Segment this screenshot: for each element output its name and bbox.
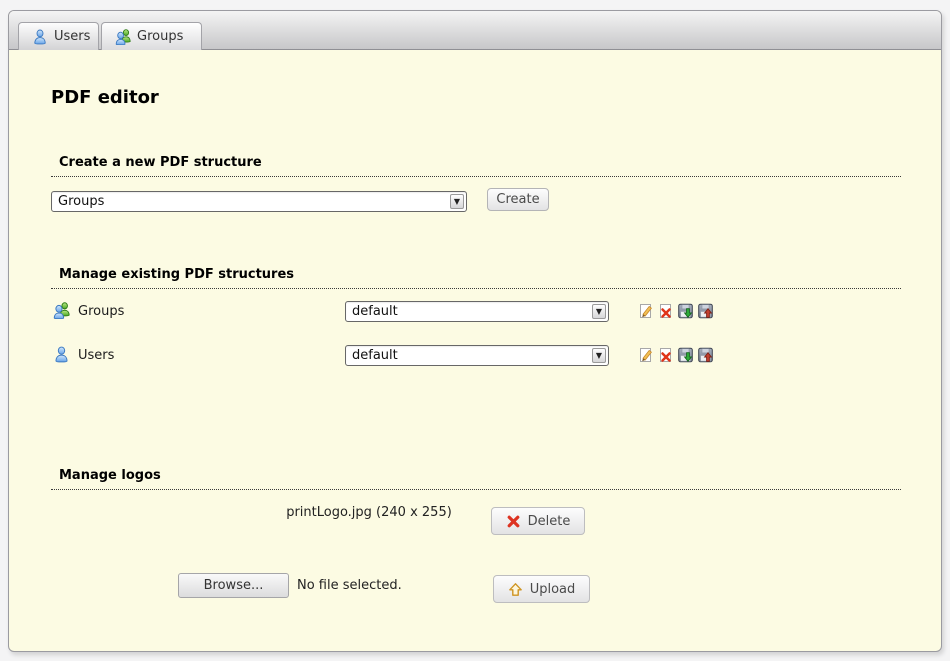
tab-groups[interactable]: Groups <box>101 22 202 50</box>
delete-x-icon <box>506 514 521 529</box>
chevron-down-icon: ▼ <box>450 194 464 209</box>
import-structure-icon[interactable] <box>698 303 713 319</box>
edit-icon[interactable] <box>638 347 653 363</box>
logos-section-heading: Manage logos <box>51 468 901 490</box>
structure-row-label: Groups <box>78 301 124 322</box>
delete-structure-icon[interactable] <box>658 347 673 363</box>
structure-select-value: default <box>352 304 398 319</box>
structure-row-label: Users <box>78 345 114 366</box>
group-icon <box>53 302 70 319</box>
browse-button-label: Browse... <box>204 578 264 593</box>
create-structure-select[interactable]: Groups ▼ <box>51 191 467 212</box>
structure-select-groups[interactable]: default ▼ <box>345 301 609 322</box>
structure-row-groups: Groups default ▼ <box>51 301 901 323</box>
create-structure-select-value: Groups <box>58 194 104 209</box>
export-structure-icon[interactable] <box>678 347 693 363</box>
tab-users-label: Users <box>54 29 90 44</box>
create-button-label: Create <box>496 192 539 207</box>
structure-select-users[interactable]: default ▼ <box>345 345 609 366</box>
browse-button[interactable]: Browse... <box>178 573 289 598</box>
manage-section-heading: Manage existing PDF structures <box>51 267 901 289</box>
tab-groups-label: Groups <box>137 29 183 44</box>
chevron-down-icon: ▼ <box>592 304 606 319</box>
group-icon <box>115 29 131 45</box>
delete-structure-icon[interactable] <box>658 303 673 319</box>
structure-select-value: default <box>352 348 398 363</box>
page-title: PDF editor <box>51 87 159 108</box>
user-icon <box>53 346 70 363</box>
delete-logo-label: Delete <box>528 514 571 529</box>
upload-arrow-icon <box>508 582 523 597</box>
tab-bar: Users Groups <box>9 11 941 50</box>
file-status-text: No file selected. <box>297 573 402 598</box>
create-section-heading: Create a new PDF structure <box>51 155 901 177</box>
structure-row-users: Users default ▼ <box>51 345 901 367</box>
import-structure-icon[interactable] <box>698 347 713 363</box>
edit-icon[interactable] <box>638 303 653 319</box>
user-icon <box>32 29 48 45</box>
pdf-editor-panel: Users Groups PDF editor Create a new PDF… <box>8 10 942 652</box>
upload-button-label: Upload <box>530 582 576 597</box>
export-structure-icon[interactable] <box>678 303 693 319</box>
create-button[interactable]: Create <box>487 188 549 211</box>
chevron-down-icon: ▼ <box>592 348 606 363</box>
delete-logo-button[interactable]: Delete <box>491 507 585 535</box>
tab-users[interactable]: Users <box>18 22 99 50</box>
upload-button[interactable]: Upload <box>493 575 590 603</box>
